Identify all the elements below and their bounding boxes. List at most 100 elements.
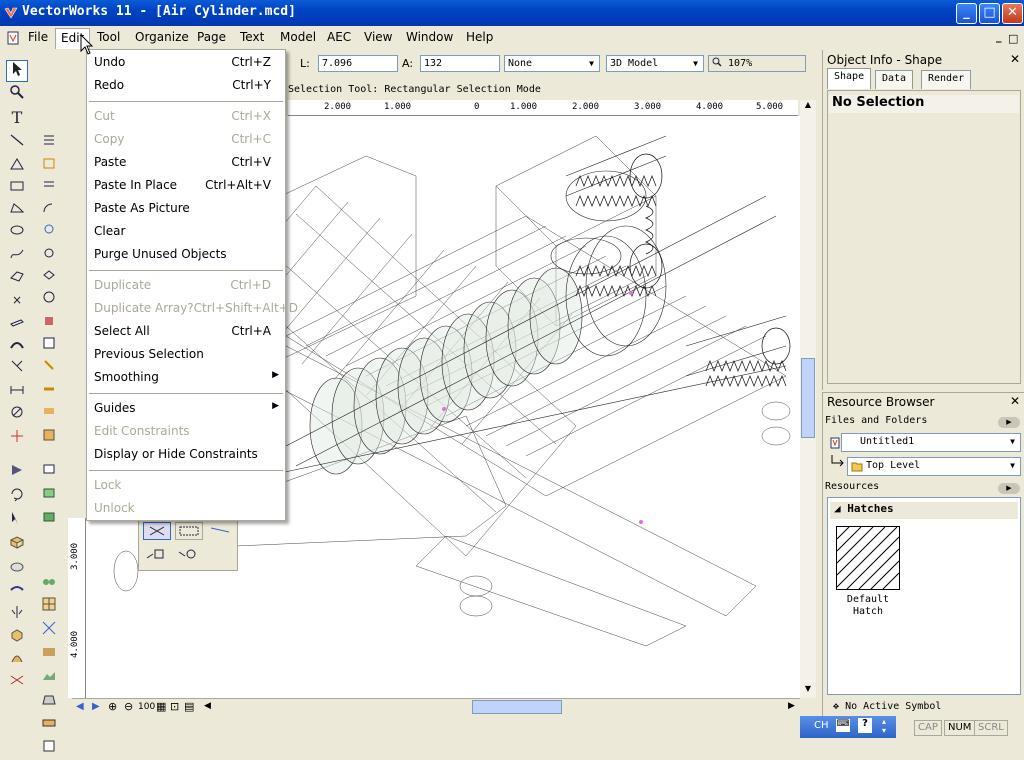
mode-rect-icon[interactable] [175, 522, 203, 540]
view-options-icon[interactable]: ▤ [184, 700, 194, 713]
vertical-scrollbar[interactable]: ▲ ▼ [800, 100, 816, 698]
terrain-tool-icon[interactable] [38, 668, 60, 690]
close-icon[interactable]: ✕ [1010, 394, 1020, 408]
round-wall-icon[interactable] [6, 336, 28, 358]
menu-item-paste[interactable]: Paste Ctrl+V [87, 151, 285, 173]
close-button[interactable]: ✕ [1002, 3, 1023, 24]
menu-view[interactable]: View [364, 30, 392, 44]
furniture-tool-icon[interactable] [38, 486, 60, 508]
mdi-minimize-button[interactable]: _ [996, 30, 1002, 43]
resource-group-header[interactable]: ◢ Hatches [830, 502, 1018, 519]
hatch-icon[interactable] [836, 526, 900, 590]
menu-item-unlock[interactable]: Unlock [87, 497, 285, 519]
rectangle-icon[interactable] [6, 178, 28, 200]
arrow-selection-icon[interactable] [6, 60, 28, 82]
road-tool-icon[interactable] [38, 692, 60, 714]
hatch-tool-icon[interactable] [38, 132, 60, 154]
loft-icon[interactable] [6, 580, 28, 602]
page-left-icon[interactable]: ◀ [76, 701, 84, 712]
wall-icon[interactable] [6, 314, 28, 336]
line-icon[interactable] [6, 132, 28, 154]
hedge-tool-icon[interactable] [38, 574, 60, 596]
horizontal-scroll-thumb[interactable] [472, 700, 562, 714]
minimize-button[interactable]: _ [956, 3, 977, 24]
pipe-tool-icon[interactable] [38, 382, 60, 404]
polyline-icon[interactable] [6, 200, 28, 222]
fit-objects-icon[interactable]: ⊡ [170, 700, 179, 713]
scroll-up-arrow-icon[interactable]: ▲ [802, 100, 814, 112]
text-icon[interactable]: T [6, 108, 28, 130]
freehand-icon[interactable] [6, 246, 28, 268]
zoom-in-icon[interactable]: ⊕ [108, 700, 117, 713]
menu-item-previous-selection[interactable]: Previous Selection [87, 343, 285, 365]
mode-circle-select-icon[interactable] [175, 546, 203, 564]
menu-item-lock[interactable]: Lock [87, 474, 285, 496]
menu-item-undo[interactable]: Undo Ctrl+Z [87, 51, 285, 73]
horizontal-scrollbar[interactable]: ◀ ▶ ⊕ ⊖ 100 ▦ ⊡ ▤ ◀ ▶ [72, 698, 800, 716]
circle-icon[interactable] [6, 222, 28, 244]
slab-tool-icon[interactable] [38, 268, 60, 290]
grid-tool-icon[interactable] [38, 336, 60, 358]
triangle-icon[interactable] [6, 156, 28, 178]
roof-tool-icon[interactable] [38, 246, 60, 268]
stair-icon[interactable] [38, 156, 60, 178]
flyover-icon[interactable] [6, 462, 28, 484]
menu-item-edit-constraints[interactable]: Edit Constraints [87, 420, 285, 442]
table-tool-icon[interactable] [38, 462, 60, 484]
menu-item-duplicate[interactable]: Duplicate Ctrl+D [87, 274, 285, 296]
rotate-view-icon[interactable] [6, 486, 28, 508]
menu-item-select-all[interactable]: Select All Ctrl+A [87, 320, 285, 342]
menu-model[interactable]: Model [280, 30, 316, 44]
menu-item-redo[interactable]: Redo Ctrl+Y [87, 74, 285, 96]
help-icon[interactable]: ? [858, 718, 872, 733]
fit-page-icon[interactable]: ▦ [156, 700, 166, 713]
extrude-icon[interactable] [6, 534, 28, 556]
symbol-tool-icon[interactable] [38, 428, 60, 450]
resources-menu-button[interactable]: ▶ [998, 483, 1020, 494]
menu-item-paste-as-picture[interactable]: Paste As Picture [87, 197, 285, 219]
vertical-scroll-thumb[interactable] [801, 358, 815, 438]
tab-render[interactable]: Render [921, 70, 972, 89]
angle-field[interactable]: 132 [420, 55, 500, 72]
ime-bar[interactable]: CH ⌨ ? ▴ ▾ [800, 716, 896, 738]
menu-text[interactable]: Text [240, 30, 264, 44]
menu-item-guides[interactable]: Guides ▶ [87, 397, 285, 419]
folder-select[interactable]: Top Level ▼ [847, 457, 1021, 476]
mirror-3d-icon[interactable] [6, 604, 28, 626]
mode-rect-select-icon[interactable] [143, 546, 171, 564]
door-tool-icon[interactable] [38, 200, 60, 222]
menu-aec[interactable]: AEC [327, 30, 351, 44]
zoom-reset-button[interactable]: 100 [138, 702, 155, 712]
trim-icon[interactable] [6, 358, 28, 380]
ime-language[interactable]: CH [814, 720, 829, 731]
3d-select-icon[interactable] [6, 510, 28, 532]
menu-item-copy[interactable]: Copy Ctrl+C [87, 128, 285, 150]
menu-item-smoothing[interactable]: Smoothing ▶ [87, 366, 285, 388]
menu-organize[interactable]: Organize [135, 30, 189, 44]
scroll-left-arrow-icon[interactable]: ◀ [204, 701, 211, 711]
menu-item-display-hide-constraints[interactable]: Display or Hide Constraints [87, 443, 285, 465]
marker-tool-icon[interactable] [38, 358, 60, 380]
label-tool-icon[interactable] [38, 404, 60, 426]
menu-item-duplicate-array[interactable]: Duplicate Array?Ctrl+Shift+Alt+D [87, 297, 298, 319]
menu-item-purge-unused[interactable]: Purge Unused Objects [87, 243, 285, 265]
menu-window[interactable]: Window [406, 30, 453, 44]
site-tool-icon[interactable] [38, 644, 60, 666]
tab-data[interactable]: Data [875, 70, 914, 89]
constraint-icon[interactable] [6, 404, 28, 426]
file-select[interactable]: Untitled1 ▼ [841, 433, 1021, 452]
menu-item-paste-in-place[interactable]: Paste In Place Ctrl+Alt+V [87, 174, 285, 196]
page-right-icon[interactable]: ▶ [92, 701, 100, 712]
column-tool-icon[interactable] [38, 222, 60, 244]
length-field[interactable]: 7.096 [318, 55, 398, 72]
menu-page[interactable]: Page [197, 30, 226, 44]
keyboard-icon[interactable]: ⌨ [836, 719, 850, 732]
close-icon[interactable]: ✕ [1010, 52, 1020, 66]
mdi-restore-button[interactable]: □ [1008, 32, 1018, 45]
zoom-icon[interactable] [6, 84, 28, 106]
files-menu-button[interactable]: ▶ [998, 417, 1020, 428]
menu-help[interactable]: Help [466, 30, 493, 44]
menu-file[interactable]: File [28, 30, 48, 44]
solid-icon[interactable] [6, 626, 28, 648]
nurbs-icon[interactable] [6, 672, 28, 694]
